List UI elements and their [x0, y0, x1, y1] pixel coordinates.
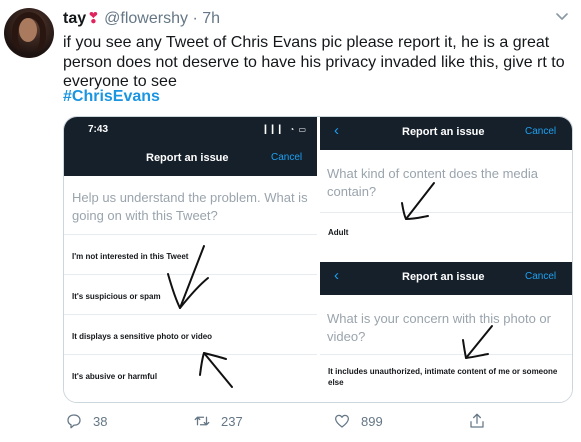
- report-nav-bar: Report an issue Cancel: [64, 143, 317, 176]
- report-question: What kind of content does the media cont…: [327, 166, 539, 199]
- hashtag-link[interactable]: #ChrisEvans: [63, 88, 160, 106]
- report-screen-left: 7:43 ▎▎▎ ◔ ▭ Report an issue Cancel Help…: [64, 117, 317, 402]
- share-icon: [470, 413, 484, 428]
- back-chevron-icon: ‹: [334, 122, 339, 139]
- reply-count: 38: [93, 413, 108, 429]
- share-button[interactable]: [468, 408, 486, 434]
- reply-icon: [67, 414, 81, 429]
- user-handle[interactable]: @flowershy: [104, 10, 188, 27]
- report-option: It's abusive or harmful: [64, 354, 317, 402]
- report-title: Report an issue: [402, 271, 485, 283]
- separator-dot: ·: [192, 10, 198, 27]
- tweet-header: tay❣ @flowershy · 7h: [63, 9, 220, 29]
- like-button[interactable]: 899: [333, 408, 383, 434]
- retweet-button[interactable]: 237: [193, 408, 243, 434]
- status-time: 7:43: [88, 124, 109, 135]
- status-bar: 7:43 ▎▎▎ ◔ ▭: [64, 117, 317, 143]
- chevron-down-icon[interactable]: [555, 10, 569, 24]
- cancel-button: Cancel: [271, 152, 303, 163]
- back-chevron-icon: ‹: [334, 267, 339, 284]
- report-question: Help us understand the problem. What is …: [72, 190, 308, 223]
- option-label: It displays a sensitive photo or video: [72, 332, 213, 341]
- retweet-icon: [194, 416, 210, 426]
- timestamp[interactable]: 7h: [202, 10, 220, 27]
- report-nav-bar: ‹ Report an issue Cancel: [320, 262, 572, 295]
- report-option: I'm not interested in this Tweet: [64, 234, 317, 274]
- heart-emoji-icon: ❣: [87, 10, 100, 27]
- like-count: 899: [361, 413, 383, 429]
- report-question: What is your concern with this photo or …: [327, 311, 551, 344]
- tweet-actions: 38 237 899: [63, 408, 573, 434]
- option-label: Adult: [328, 228, 349, 237]
- avatar[interactable]: [4, 8, 54, 58]
- report-option: It's suspicious or spam: [64, 274, 317, 314]
- tweet-media[interactable]: 7:43 ▎▎▎ ◔ ▭ Report an issue Cancel Help…: [63, 116, 573, 403]
- signal-wifi-battery-icon: ▎▎▎ ◔ ▭: [264, 125, 307, 134]
- report-option: It displays a sensitive photo or video: [64, 314, 317, 354]
- report-option: It includes unauthorized, intimate conte…: [320, 354, 572, 402]
- tweet[interactable]: tay❣ @flowershy · 7h if you see any Twee…: [0, 0, 581, 442]
- option-label: I'm not interested in this Tweet: [72, 252, 189, 261]
- report-screen-top-right: ‹ Report an issue Cancel What kind of co…: [320, 117, 572, 250]
- display-name[interactable]: tay: [63, 10, 86, 27]
- reply-button[interactable]: 38: [65, 408, 107, 434]
- option-label: It includes unauthorized, intimate conte…: [328, 367, 558, 387]
- report-title: Report an issue: [146, 152, 229, 164]
- retweet-count: 237: [221, 413, 243, 429]
- report-nav-bar: ‹ Report an issue Cancel: [320, 117, 572, 150]
- cancel-button: Cancel: [525, 271, 557, 282]
- like-icon: [334, 414, 350, 428]
- report-screen-bottom-right: ‹ Report an issue Cancel What is your co…: [320, 262, 572, 402]
- option-label: It's abusive or harmful: [72, 372, 158, 381]
- report-title: Report an issue: [402, 126, 485, 138]
- report-option: Adult: [320, 212, 572, 250]
- tweet-text: if you see any Tweet of Chris Evans pic …: [63, 34, 565, 90]
- option-label: It's suspicious or spam: [72, 292, 161, 301]
- cancel-button: Cancel: [525, 126, 557, 137]
